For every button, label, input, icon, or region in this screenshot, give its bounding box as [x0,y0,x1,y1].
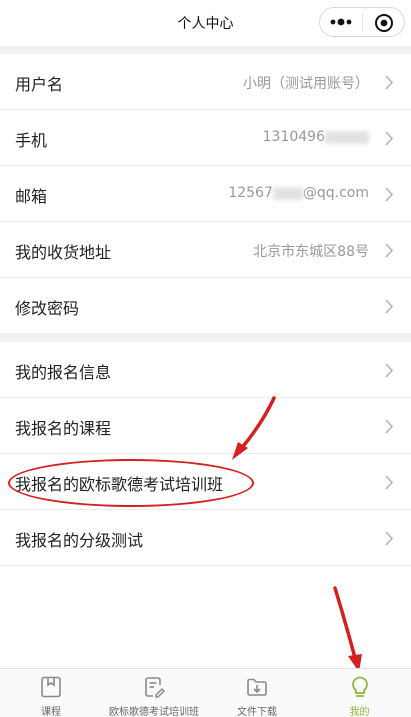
lightbulb-icon [351,676,368,697]
tab-label: 我的 [349,707,370,717]
tab-courses[interactable]: 课程 [0,669,102,717]
row-my-registered-courses[interactable]: 我报名的课程 [0,398,411,454]
chevron-right-icon [385,531,394,546]
chevron-right-icon [385,419,394,434]
row-change-password[interactable]: 修改密码 [0,278,411,334]
section-gap [0,334,411,342]
chevron-right-icon [385,299,394,314]
redaction-blur [272,186,303,200]
tab-goethe-exam-classes[interactable]: 欧标歌德考试培训班 [102,669,206,717]
tab-mine[interactable]: 我的 [308,669,411,717]
address-value: 北京市东城区88号 [253,244,369,260]
row-label: 我报名的欧标歌德考试培训班 [15,475,224,494]
tab-label: 课程 [41,707,61,717]
email-value: 12567 @qq.com [228,185,369,201]
chevron-right-icon [385,75,394,90]
chevron-right-icon [385,363,394,378]
row-my-registration-info[interactable]: 我的报名信息 [0,342,411,398]
row-my-placement-tests[interactable]: 我报名的分级测试 [0,510,411,566]
tab-label: 欧标歌德考试培训班 [109,707,199,717]
row-phone[interactable]: 手机 1310496 [0,110,411,166]
folder-download-icon [247,678,267,696]
chevron-right-icon [385,131,394,146]
bottom-tab-bar: 课程 欧标歌德考试培训班 文件下载 我的 [0,668,411,717]
chevron-right-icon [385,475,394,490]
row-label: 用户名 [15,75,64,94]
edit-doc-icon [145,677,166,698]
phone-visible-digits: 1310496 [262,129,325,145]
email-prefix: 12567 [228,185,273,201]
row-email[interactable]: 邮箱 12567 @qq.com [0,166,411,222]
section-gap [0,46,411,54]
annotation-arrow-icon [333,586,362,672]
more-icon[interactable] [328,12,354,32]
close-mini-program-icon[interactable] [372,12,396,34]
row-label: 我的收货地址 [15,243,112,262]
row-label: 手机 [15,131,48,150]
phone-value: 1310496 [263,129,369,145]
redaction-blur [325,130,369,144]
row-label: 我报名的分级测试 [15,531,144,550]
book-icon [41,676,61,698]
username-value: 小明（测试用账号） [243,76,369,92]
email-suffix: @qq.com [302,185,369,201]
row-label: 我报名的课程 [15,419,112,438]
chevron-right-icon [385,187,394,202]
tab-label: 文件下载 [237,707,277,717]
capsule-divider [362,14,363,32]
row-shipping-address[interactable]: 我的收货地址 北京市东城区88号 [0,222,411,278]
row-label: 修改密码 [15,299,80,318]
row-username[interactable]: 用户名 小明（测试用账号） [0,54,411,110]
row-my-goethe-exam-classes[interactable]: 我报名的欧标歌德考试培训班 [0,454,411,510]
navigation-bar: 个人中心 [0,0,411,46]
chevron-right-icon [385,243,394,258]
row-label: 邮箱 [15,187,48,206]
mini-program-capsule [319,7,405,37]
row-label: 我的报名信息 [15,363,112,382]
tab-file-download[interactable]: 文件下载 [206,669,308,717]
